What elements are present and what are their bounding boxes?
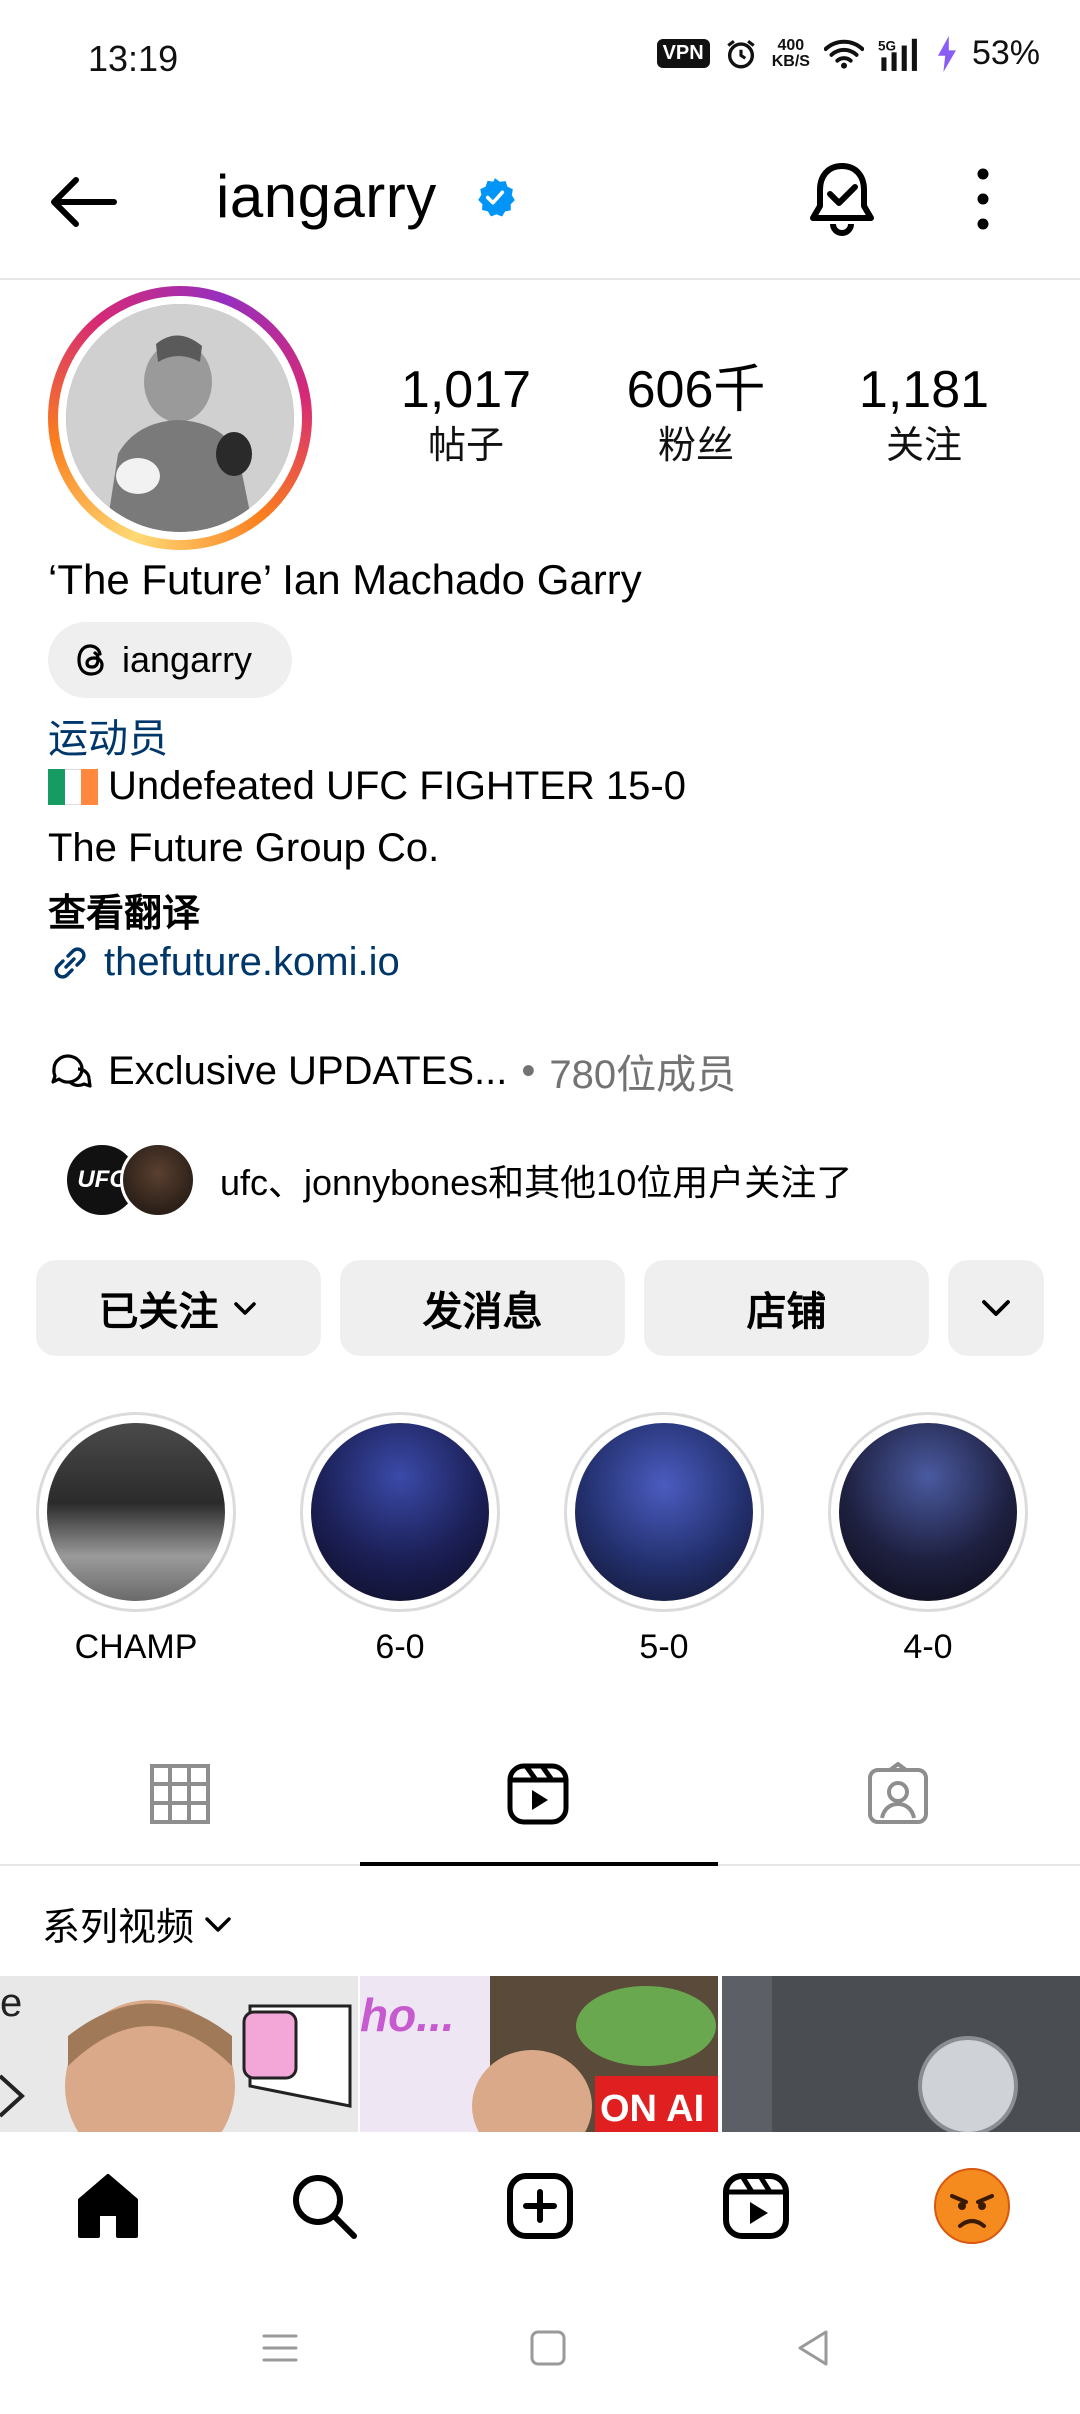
grid-tab-icon[interactable]	[148, 1762, 212, 1826]
shop-button[interactable]: 店铺	[644, 1260, 929, 1356]
network-speed: 400 KB/S	[771, 36, 810, 70]
back-arrow-icon[interactable]	[44, 172, 124, 232]
profile-link[interactable]: thefuture.komi.io	[48, 940, 400, 985]
highlight-cover	[47, 1423, 225, 1601]
home-gesture-icon[interactable]	[524, 2324, 572, 2372]
following-button[interactable]: 已关注	[36, 1260, 321, 1356]
notification-bell-icon[interactable]	[806, 160, 878, 240]
alarm-icon	[727, 39, 755, 68]
reels-icon[interactable]	[720, 2170, 792, 2242]
status-icons: VPN 400 KB/S 5G 53%	[656, 34, 1040, 73]
menu-gesture-icon[interactable]	[256, 2324, 304, 2372]
avatar-figure	[66, 304, 294, 532]
wifi-icon	[823, 39, 864, 69]
message-button[interactable]: 发消息	[340, 1260, 625, 1356]
threads-icon	[77, 644, 104, 676]
thumbnail-2-image: ho... ON AI	[360, 1976, 718, 2134]
profile-avatar-icon[interactable]	[934, 2168, 1010, 2244]
profile-category[interactable]: 运动员	[48, 706, 168, 764]
highlight-cover	[311, 1423, 489, 1601]
followed-by[interactable]: UFC ufc、jonnybones和其他10位用户关注了	[64, 1142, 852, 1218]
highlight-6-0[interactable]: 6-0	[300, 1412, 500, 1667]
threads-badge-button[interactable]: iangarry	[48, 622, 292, 698]
thumbnail-1-image: e	[0, 1976, 358, 2134]
ireland-flag-icon	[48, 768, 99, 805]
chevron-down-icon	[205, 1916, 231, 1932]
active-tab-indicator	[360, 1862, 718, 1866]
highlight-champ[interactable]: CHAMP	[36, 1412, 236, 1667]
vpn-icon: VPN	[656, 39, 710, 68]
reel-thumbnail-3[interactable]	[722, 1976, 1080, 2134]
highlight-cover	[575, 1423, 753, 1601]
verified-badge-icon	[478, 178, 515, 217]
broadcast-channel[interactable]: Exclusive UPDATES... • 780位成员	[48, 1042, 736, 1100]
thumbnail-2-text: ho...	[360, 1989, 455, 2041]
svg-text:5G: 5G	[878, 38, 896, 53]
home-icon[interactable]	[72, 2170, 144, 2242]
profile-full-name: ‘The Future’ Ian Machado Garry	[48, 556, 642, 603]
bio-line-2: The Future Group Co.	[48, 826, 440, 870]
battery-level: 53%	[971, 34, 1040, 72]
highlight-cover	[839, 1423, 1017, 1601]
status-time: 13:19	[88, 38, 179, 79]
tagged-tab-icon[interactable]	[866, 1762, 930, 1826]
bio-line-1: Undefeated UFC FIGHTER 15-0	[48, 764, 686, 809]
reel-thumbnail-2[interactable]: ho... ON AI	[360, 1976, 718, 2134]
charging-icon	[937, 35, 956, 72]
thumbnail-3-image	[722, 1976, 1080, 2134]
create-post-icon[interactable]	[504, 2170, 576, 2242]
stat-followers[interactable]: 606千 粉丝	[606, 362, 786, 470]
chat-bubbles-icon	[51, 1054, 92, 1088]
see-translation-link[interactable]: 查看翻译	[48, 882, 200, 937]
jonnybones-avatar	[120, 1142, 196, 1218]
thumbnail-1-text: e	[0, 1981, 22, 2025]
profile-username: iangarry	[216, 163, 437, 230]
highlight-5-0[interactable]: 5-0	[564, 1412, 764, 1667]
profile-header	[0, 140, 1080, 280]
highlight-4-0[interactable]: 4-0	[828, 1412, 1028, 1667]
chevron-down-icon	[982, 1300, 1010, 1316]
stat-posts[interactable]: 1,017 帖子	[376, 362, 556, 470]
stat-following[interactable]: 1,181 关注	[834, 362, 1014, 470]
series-dropdown[interactable]: 系列视频	[42, 1896, 234, 1951]
more-options-icon[interactable]	[968, 166, 998, 232]
signal-icon: 5G	[878, 38, 917, 71]
profile-avatar[interactable]	[66, 304, 294, 532]
search-icon[interactable]	[288, 2170, 360, 2242]
back-gesture-icon[interactable]	[790, 2324, 838, 2372]
reels-tab-icon[interactable]	[506, 1762, 570, 1826]
link-icon	[54, 947, 86, 978]
suggested-accounts-button[interactable]	[948, 1260, 1044, 1356]
reel-thumbnail-1[interactable]: e	[0, 1976, 358, 2134]
thumbnail-2-sign: ON AI	[600, 2088, 704, 2130]
chevron-down-icon	[233, 1302, 256, 1315]
